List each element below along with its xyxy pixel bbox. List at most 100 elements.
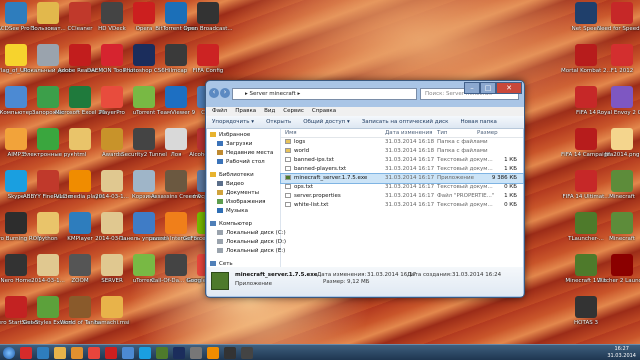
toolbar-button[interactable]: Записать на оптический диск <box>362 116 449 128</box>
folder-icon <box>217 150 223 155</box>
desktop-icon[interactable]: Need for Speed World <box>597 2 640 33</box>
file-row[interactable]: logs 31.03.2014 16:18 Папка с файлами <box>281 138 523 147</box>
chrome-icon[interactable] <box>88 347 100 359</box>
nav-item[interactable]: Изображения <box>207 198 280 207</box>
details-modified-label: Дата изменения: <box>317 272 367 278</box>
desktop-icon[interactable]: Royal Envoy 2 Collecto... <box>597 86 640 117</box>
folder-icon <box>285 139 291 144</box>
details-filename: minecraft_server.1.7.5.exe <box>235 272 318 278</box>
file-size: 1 КБ <box>504 193 517 199</box>
nav-item[interactable]: Документы <box>207 189 280 198</box>
file-row[interactable]: banned-ips.txt 31.03.2014 16:17 Текстовый … <box>281 156 523 165</box>
calc-icon[interactable] <box>190 347 202 359</box>
app-icon <box>575 44 597 66</box>
desktop-icon[interactable]: hamachi.msi <box>87 296 137 327</box>
desktop-icon[interactable]: Witcher 2 Launcher <box>597 254 640 285</box>
nav-item[interactable]: Библиотеки <box>207 171 280 180</box>
media-icon[interactable] <box>71 347 83 359</box>
nav-item[interactable]: Видео <box>207 180 280 189</box>
column-header-3[interactable]: Размер <box>477 129 498 138</box>
details-created: 31.03.2014 16:24 <box>452 272 502 278</box>
ie-icon[interactable] <box>37 347 49 359</box>
file-row[interactable]: server.properties 31.03.2014 16:17 Файл "P… <box>281 192 523 201</box>
toolbar-button[interactable]: Открыть <box>266 116 291 128</box>
obs-icon[interactable] <box>241 347 253 359</box>
nav-item[interactable]: Локальный диск (E:) <box>207 247 285 256</box>
details-size-label: Размер: <box>323 279 346 285</box>
desktop-icon[interactable]: Minecraft <box>597 212 640 243</box>
file-row[interactable]: banned-players.txt 31.03.2014 16:17 Тексто… <box>281 165 523 174</box>
file-type: Текстовый докум... <box>437 184 493 190</box>
folder-icon <box>217 230 223 235</box>
nav-item[interactable]: Музыка <box>207 207 280 216</box>
app-icon <box>197 2 219 24</box>
window-titlebar[interactable]: ‹ › ▸ Server minecraft ▸ Поиск: Server m… <box>206 81 524 107</box>
details-size: 9,12 МБ <box>347 279 370 285</box>
maximize-button[interactable]: □ <box>480 82 496 94</box>
app-icon <box>611 170 633 192</box>
file-row[interactable]: minecraft_server.1.7.5.exe 31.03.2014 16:… <box>280 173 524 184</box>
menu-item[interactable]: Вид <box>264 107 275 116</box>
headset-icon[interactable] <box>224 347 236 359</box>
desktop-icon-label: Royal Envoy 2 Collecto... <box>597 110 640 116</box>
ps-icon[interactable] <box>173 347 185 359</box>
document-icon <box>285 202 291 207</box>
toolbar-button[interactable]: Упорядочить ▾ <box>212 116 254 128</box>
column-header-2[interactable]: Тип <box>437 129 448 138</box>
start-button[interactable] <box>3 347 15 359</box>
close-button[interactable]: ✕ <box>496 82 522 94</box>
app-icon <box>611 86 633 108</box>
desktop-icon[interactable]: F1 2012 <box>597 44 640 75</box>
menu-item[interactable]: Справка <box>312 107 336 116</box>
nav-item-label: Музыка <box>226 208 248 214</box>
desktop-icon[interactable]: HOTAS 3 <box>561 296 611 327</box>
folder-icon[interactable] <box>54 347 66 359</box>
toolbar-button[interactable]: Общий доступ ▾ <box>303 116 350 128</box>
file-type: Текстовый докум... <box>437 202 493 208</box>
explorer-icon[interactable] <box>122 347 134 359</box>
nav-item[interactable]: Недавние места <box>207 149 280 158</box>
desktop-icon[interactable]: fifa2014.png <box>597 128 640 159</box>
nav-item[interactable]: Локальный диск (D:) <box>207 238 286 247</box>
address-bar[interactable]: ▸ Server minecraft ▸ <box>232 88 417 100</box>
column-header-1[interactable]: Дата изменения <box>385 129 432 138</box>
folder-icon <box>217 159 223 164</box>
desktop-icon-label: hamachi.msi <box>94 320 130 326</box>
file-name-cell: banned-ips.txt <box>285 156 334 165</box>
menu-item[interactable]: Правка <box>235 107 256 116</box>
nav-item[interactable]: Избранное <box>207 131 280 140</box>
back-arrow-icon[interactable]: ‹ <box>209 88 219 98</box>
wmp-icon[interactable] <box>207 347 219 359</box>
desktop-icon[interactable]: FIFA Config <box>183 44 233 75</box>
explorer-window[interactable]: ‹ › ▸ Server minecraft ▸ Поиск: Server m… <box>205 80 525 298</box>
app-icon <box>575 254 597 276</box>
opera-icon[interactable] <box>105 347 117 359</box>
file-row[interactable]: white-list.txt 31.03.2014 16:17 Текстовый … <box>281 201 523 210</box>
file-row[interactable]: ops.txt 31.03.2014 16:17 Текстовый докум..… <box>281 183 523 192</box>
system-clock[interactable]: 16:27 31.03.2014 <box>607 346 636 360</box>
column-header-0[interactable]: Имя <box>285 129 297 138</box>
forward-arrow-icon[interactable]: › <box>220 88 230 98</box>
desktop-icon[interactable]: Minecraft <box>597 170 640 201</box>
nav-item[interactable]: Компьютер <box>207 220 280 229</box>
toolbar-button[interactable]: Новая папка <box>460 116 496 128</box>
folder-icon <box>217 190 223 195</box>
nav-item-label: Документы <box>226 190 259 196</box>
file-name: logs <box>294 139 306 145</box>
taskbar: 16:27 31.03.2014 <box>0 344 640 360</box>
minimize-button[interactable]: – <box>464 82 480 94</box>
minecraft-icon[interactable] <box>156 347 168 359</box>
skype-icon[interactable] <box>139 347 151 359</box>
file-type: Папка с файлами <box>437 139 488 145</box>
file-row[interactable]: world 31.03.2014 16:18 Папка с файлами <box>281 147 523 156</box>
menu-item[interactable]: Сервис <box>283 107 304 116</box>
desktop-icon[interactable]: Open Broadcast... <box>183 2 233 33</box>
menu-item[interactable]: Файл <box>212 107 227 116</box>
nav-item[interactable]: Загрузки <box>207 140 280 149</box>
nav-item[interactable]: Рабочий стол <box>207 158 280 167</box>
nav-item-label: Недавние места <box>226 150 274 156</box>
nav-item-label: Видео <box>226 181 244 187</box>
yandex-icon[interactable] <box>20 347 32 359</box>
nav-item[interactable]: Локальный диск (C:) <box>207 229 286 238</box>
file-size: 0 КБ <box>504 184 517 190</box>
